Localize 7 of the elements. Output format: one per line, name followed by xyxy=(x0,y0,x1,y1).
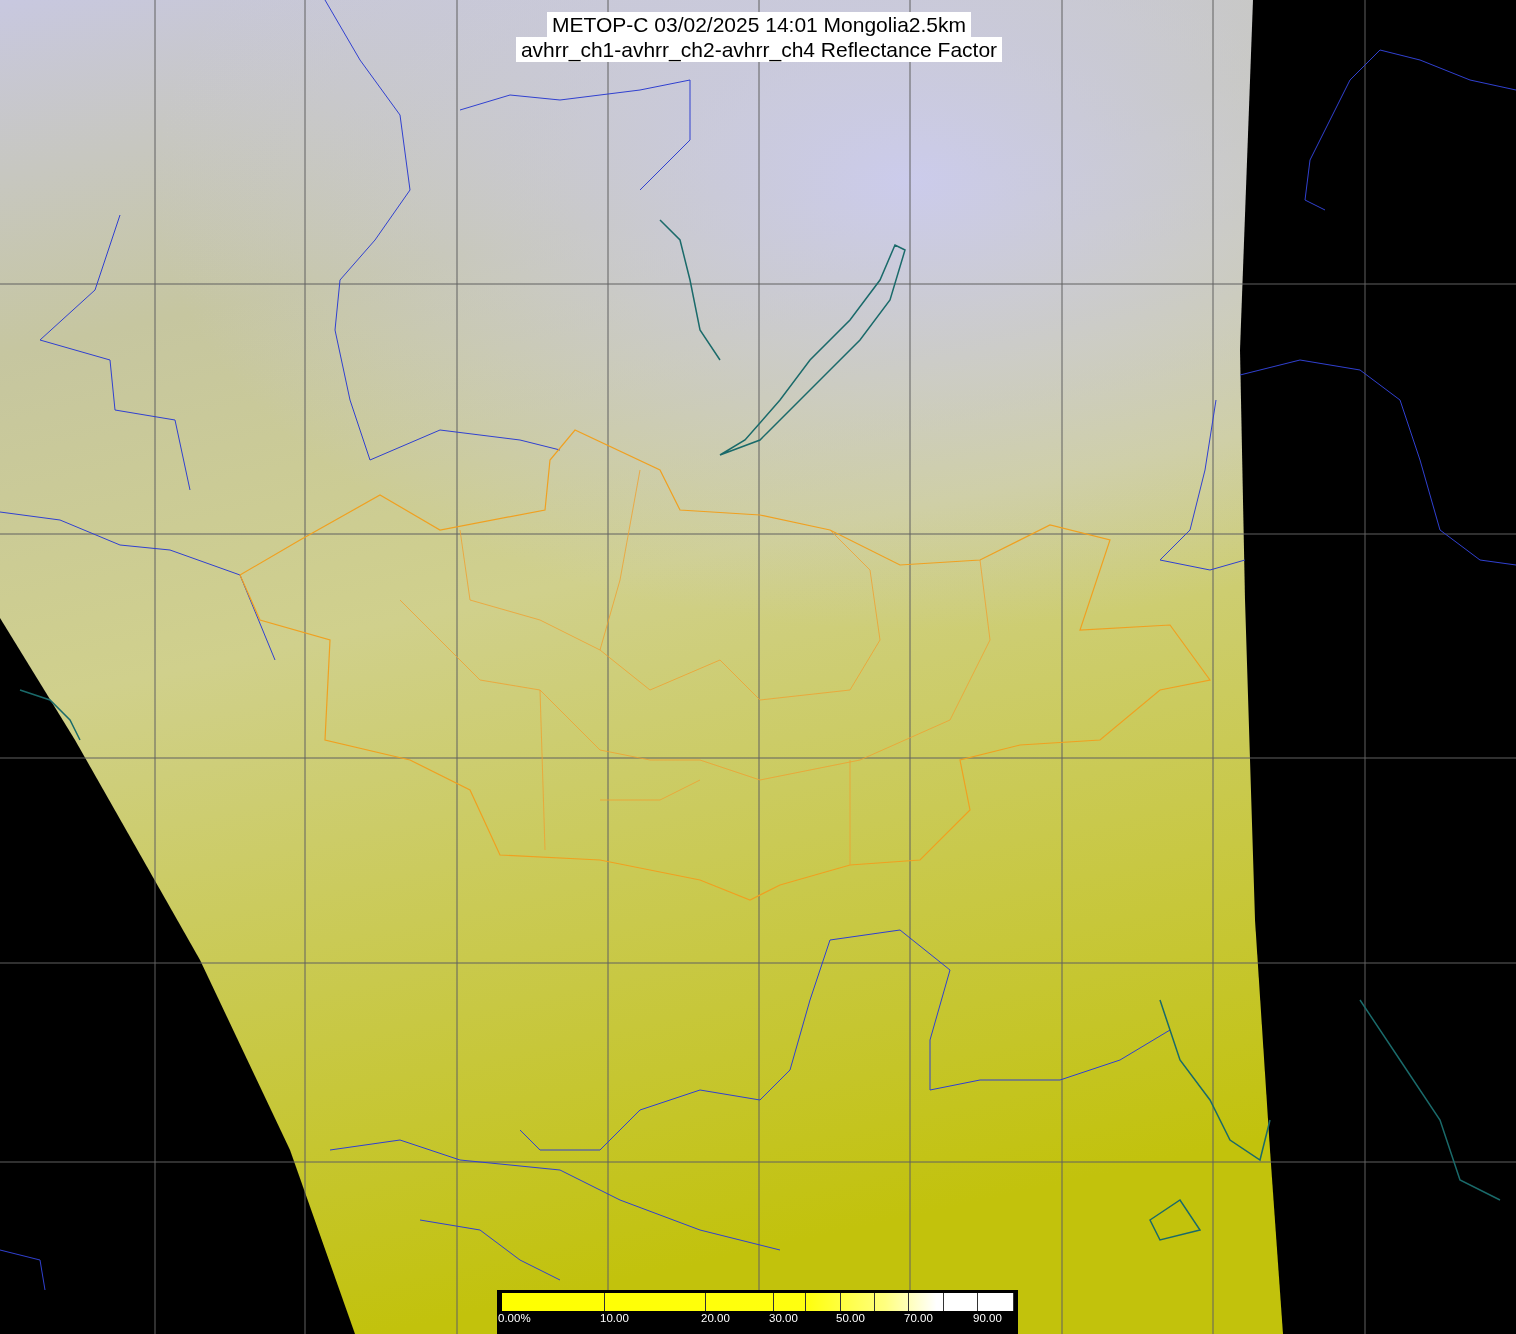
colorbar-label: 10.00 xyxy=(600,1312,629,1324)
colorbar-label: 20.00 xyxy=(701,1312,730,1324)
colorbar-label: 0.00% xyxy=(498,1312,531,1324)
colorbar-label: 30.00 xyxy=(769,1312,798,1324)
colorbar-label: 70.00 xyxy=(904,1312,933,1324)
colorbar-label: 50.00 xyxy=(836,1312,865,1324)
colorbar-label: 90.00 xyxy=(973,1312,1002,1324)
